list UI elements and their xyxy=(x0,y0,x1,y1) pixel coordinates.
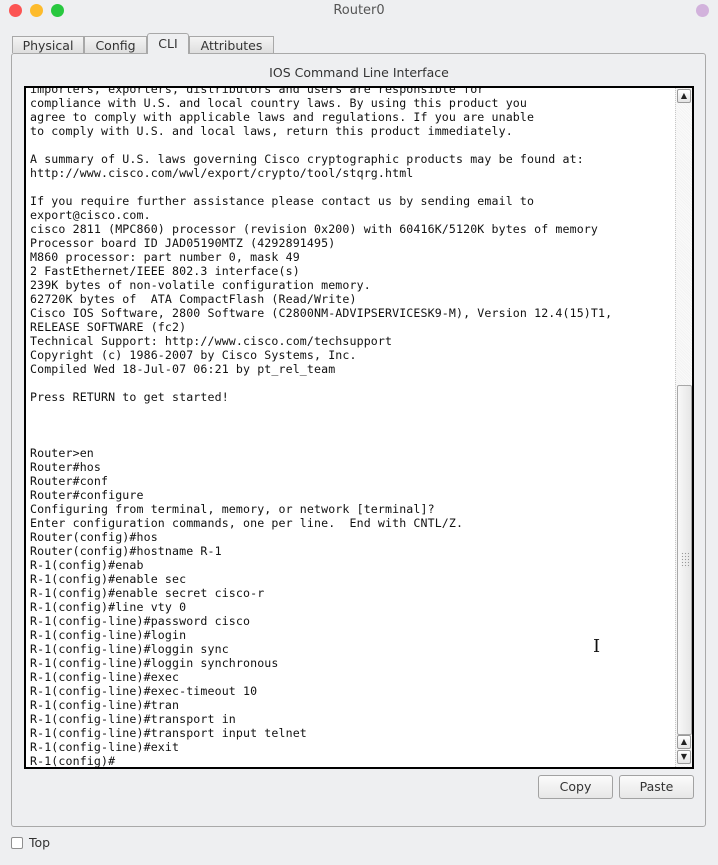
terminal-line: R-1(config-line)#loggin synchronous xyxy=(30,656,279,670)
terminal-output[interactable]: importers, exporters, distributors and u… xyxy=(30,86,613,768)
terminal-line: Configuring from terminal, memory, or ne… xyxy=(30,502,435,516)
terminal-line: R-1(config-line)#transport input telnet xyxy=(30,726,307,740)
tab-config[interactable]: Config xyxy=(84,36,147,53)
panel-title: IOS Command Line Interface xyxy=(269,65,449,80)
terminal-line: 62720K bytes of ATA CompactFlash (Read/W… xyxy=(30,292,357,306)
tab-attributes[interactable]: Attributes xyxy=(189,36,274,53)
text-cursor-icon: I xyxy=(593,636,601,657)
scroll-up-icon: ▲ xyxy=(680,737,688,746)
terminal-line: Router#conf xyxy=(30,474,109,488)
terminal-line: Enter configuration commands, one per li… xyxy=(30,516,464,530)
window-title: Router0 xyxy=(333,3,385,18)
terminal-line: R-1(config-line)#loggin sync xyxy=(30,642,229,656)
tab-physical[interactable]: Physical xyxy=(12,36,84,53)
terminal-line: export@cisco.com. xyxy=(30,208,151,222)
terminal-line: Compiled Wed 18-Jul-07 06:21 by pt_rel_t… xyxy=(30,362,336,376)
top-checkbox[interactable] xyxy=(11,837,23,849)
scroll-up-icon: ▲ xyxy=(680,91,688,100)
terminal-line: Copyright (c) 1986-2007 by Cisco Systems… xyxy=(30,348,357,362)
tab-cli[interactable]: CLI xyxy=(147,33,189,54)
terminal-line: importers, exporters, distributors and u… xyxy=(30,86,485,96)
copy-button[interactable]: Copy xyxy=(538,775,613,799)
terminal-line: Router(config)#hos xyxy=(30,530,158,544)
scrollbar-thumb[interactable] xyxy=(677,385,692,735)
top-checkbox-label: Top xyxy=(29,835,51,850)
terminal-line: Router#hos xyxy=(30,460,102,474)
terminal-line: agree to comply with applicable laws and… xyxy=(30,110,535,124)
terminal-line: R-1(config-line)#tran xyxy=(30,698,180,712)
terminal-line: cisco 2811 (MPC860) processor (revision … xyxy=(30,222,599,236)
scroll-up-button[interactable]: ▲ xyxy=(677,89,691,103)
terminal-line: A summary of U.S. laws governing Cisco c… xyxy=(30,152,584,166)
terminal-line: R-1(config)#enable secret cisco-r xyxy=(30,586,265,600)
terminal-line: Router>en xyxy=(30,446,94,460)
terminal-line: If you require further assistance please… xyxy=(30,194,535,208)
terminal-line: M860 processor: part number 0, mask 49 xyxy=(30,250,300,264)
terminal-line: Press RETURN to get started! xyxy=(30,390,229,404)
terminal-line: RELEASE SOFTWARE (fc2) xyxy=(30,320,187,334)
terminal-line: Router(config)#hostname R-1 xyxy=(30,544,222,558)
terminal-line: Technical Support: http://www.cisco.com/… xyxy=(30,334,393,348)
terminal-line: R-1(config)# xyxy=(30,754,116,768)
terminal-line: R-1(config-line)#login xyxy=(30,628,187,642)
grip-icon xyxy=(681,552,689,568)
terminal-line: Router#configure xyxy=(30,488,144,502)
terminal-line: http://www.cisco.com/wwl/export/crypto/t… xyxy=(30,166,414,180)
terminal-line: R-1(config-line)#exec xyxy=(30,670,180,684)
terminal-line: Processor board ID JAD05190MTZ (42928914… xyxy=(30,236,336,250)
terminal-console[interactable]: importers, exporters, distributors and u… xyxy=(24,86,694,769)
terminal-line: R-1(config-line)#exit xyxy=(30,740,180,754)
terminal-line: 239K bytes of non-volatile configuration… xyxy=(30,278,371,292)
terminal-line: compliance with U.S. and local country l… xyxy=(30,96,528,110)
window-menu-button[interactable] xyxy=(696,4,709,17)
terminal-line: R-1(config)#enab xyxy=(30,558,144,572)
terminal-line: R-1(config-line)#transport in xyxy=(30,712,236,726)
terminal-line: R-1(config)#line vty 0 xyxy=(30,600,187,614)
terminal-line: 2 FastEthernet/IEEE 802.3 interface(s) xyxy=(30,264,300,278)
vertical-scrollbar[interactable]: ▲ ▲ ▼ xyxy=(675,88,692,767)
terminal-line: R-1(config-line)#exec-timeout 10 xyxy=(30,684,258,698)
terminal-line: Cisco IOS Software, 2800 Software (C2800… xyxy=(30,306,613,320)
terminal-line: R-1(config-line)#password cisco xyxy=(30,614,251,628)
title-bar: Router0 xyxy=(0,0,718,22)
scroll-down-button[interactable]: ▼ xyxy=(677,750,691,764)
terminal-line: R-1(config)#enable sec xyxy=(30,572,187,586)
scroll-up-button-bottom[interactable]: ▲ xyxy=(677,735,691,749)
paste-button[interactable]: Paste xyxy=(619,775,694,799)
scroll-down-icon: ▼ xyxy=(680,752,688,761)
terminal-line: to comply with U.S. and local laws, retu… xyxy=(30,124,513,138)
